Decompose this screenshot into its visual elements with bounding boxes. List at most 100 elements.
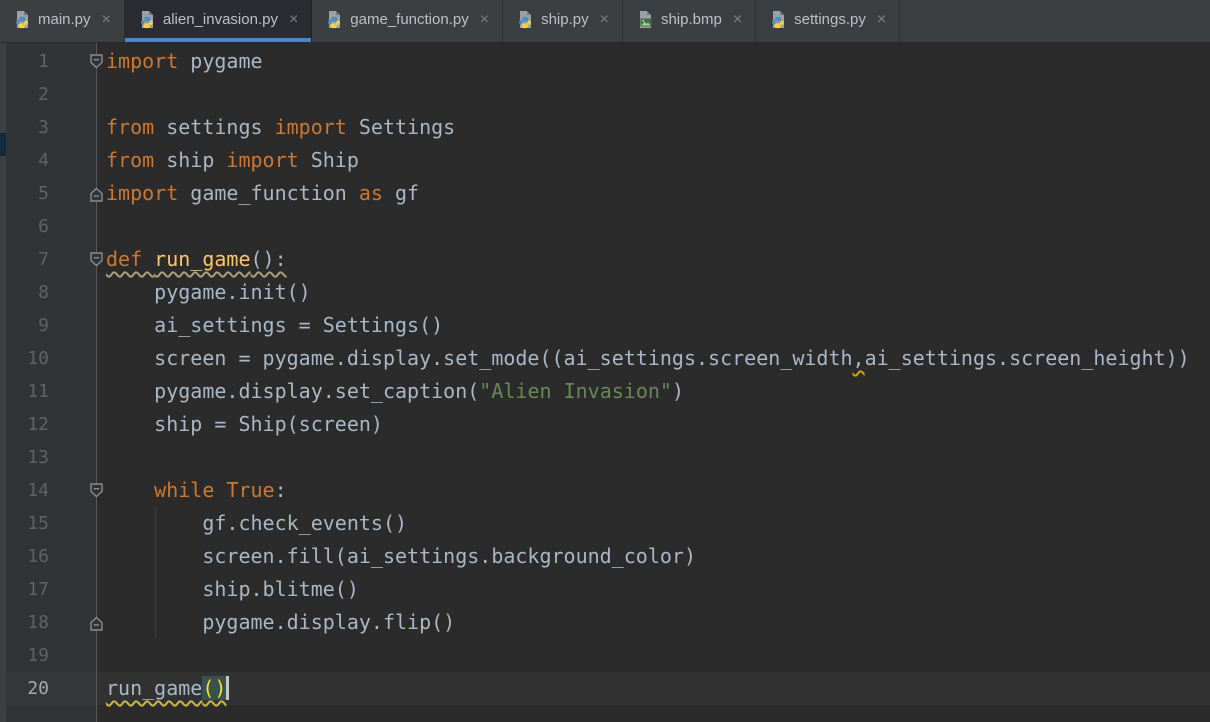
code-line: 17 ship.blitme() [6,573,1210,606]
code-text[interactable]: gf.check_events() [97,507,1210,540]
code-token: pygame.init() [106,280,311,304]
gutter-cell: 19 [6,639,97,672]
code-token: , [852,346,865,370]
fold-column [49,210,96,243]
code-text[interactable] [97,210,1210,243]
gutter-cell: 4 [6,144,97,177]
fold-collapse-end-icon[interactable] [89,613,104,632]
code-token: "Alien Invasion" [479,379,672,403]
code-line: 7 def run_game(): [6,243,1210,276]
python-file-icon [325,10,343,29]
code-text[interactable]: from ship import Ship [97,144,1210,177]
editor-tab[interactable]: main.py × [0,0,125,42]
fold-collapse-icon[interactable] [89,481,104,500]
code-token: : [274,478,287,502]
gutter-cell: 6 [6,210,97,243]
tab-close-icon[interactable]: × [733,11,742,28]
code-token: run_game [154,247,251,271]
code-token: game_function [178,181,359,205]
tab-close-icon[interactable]: × [289,11,298,28]
line-number: 5 [38,183,49,204]
code-token: from [106,115,155,139]
code-token: ship.blitme() [106,577,359,601]
code-line: 2 [6,78,1210,111]
tab-close-icon[interactable]: × [877,11,886,28]
gutter-cell: 8 [6,276,97,309]
text-caret [226,676,230,700]
editor-tab[interactable]: ship.py × [503,0,623,42]
code-token: as [358,181,383,205]
code-text[interactable]: pygame.display.flip() [97,606,1210,639]
code-token: True [226,478,275,502]
code-text[interactable]: run_game() [97,672,1210,705]
code-text[interactable]: pygame.display.set_caption("Alien Invasi… [97,375,1210,408]
code-editor[interactable]: 1 import pygame 2 3 from settings import Se… [0,43,1210,722]
code-token: gf.check_events() [106,511,408,535]
fold-collapse-icon[interactable] [89,250,104,269]
code-text[interactable] [97,78,1210,111]
code-text[interactable]: import pygame [97,45,1210,78]
gutter-cell: 18 [6,606,103,639]
python-file-icon [13,10,31,29]
code-text[interactable]: def run_game(): [97,243,1210,276]
tab-close-icon[interactable]: × [480,11,489,28]
code-token: gf [382,181,420,205]
code-text[interactable]: ship.blitme() [97,573,1210,606]
code-text[interactable]: ai_settings = Settings() [97,309,1210,342]
python-file-icon [138,10,156,29]
python-file-icon [516,10,534,29]
code-text[interactable]: screen.fill(ai_settings.background_color… [97,540,1210,573]
code-text[interactable]: screen = pygame.display.set_mode((ai_set… [97,342,1210,375]
code-token: ai_settings.screen_height)) [864,346,1190,370]
gutter-cell: 14 [6,474,103,507]
editor-tab[interactable]: settings.py × [756,0,901,42]
code-line: 5 import game_function as gf [6,177,1210,210]
line-number: 4 [38,150,49,171]
code-token: Ship [298,148,359,172]
fold-column [49,342,96,375]
gutter-cell: 11 [6,375,97,408]
code-token: pygame [178,49,263,73]
gutter-cell: 9 [6,309,97,342]
code-text[interactable]: import game_function as gf [97,177,1210,210]
code-token: import [226,148,299,172]
gutter-cell: 2 [6,78,97,111]
editor-tab[interactable]: alien_invasion.py × [124,0,313,42]
tab-close-icon[interactable]: × [102,11,111,28]
editor-tab[interactable]: game_function.py × [312,0,504,42]
tab-label: main.py [38,11,91,28]
editor-tab-bar: main.py × alien_invasion.py × game_funct… [0,0,1210,43]
line-number: 7 [38,249,49,270]
tab-label: settings.py [794,11,866,28]
gutter-cell: 13 [6,441,97,474]
project-selection-sliver [0,133,6,156]
tab-close-icon[interactable]: × [600,11,609,28]
code-line: 18 pygame.display.flip() [6,606,1210,639]
line-number: 16 [27,546,49,567]
fold-column [49,573,96,606]
code-text[interactable] [97,639,1210,672]
code-text[interactable] [97,441,1210,474]
line-number: 1 [38,51,49,72]
fold-column [49,45,103,78]
editor-tab[interactable]: ship.bmp × [623,0,757,42]
code-line: 15 gf.check_events() [6,507,1210,540]
code-line: 3 from settings import Settings [6,111,1210,144]
code-line: 10 screen = pygame.display.set_mode((ai_… [6,342,1210,375]
fold-column [49,474,103,507]
code-token: ship [154,148,227,172]
code-token: ai_settings = Settings() [106,313,444,337]
gutter-cell: 3 [6,111,97,144]
fold-collapse-icon[interactable] [89,52,104,71]
code-token: ship = Ship(screen) [106,412,383,436]
code-text[interactable]: ship = Ship(screen) [97,408,1210,441]
code-text[interactable]: from settings import Settings [97,111,1210,144]
fold-collapse-end-icon[interactable] [89,184,104,203]
code-text[interactable]: while True: [97,474,1210,507]
code-line: 20 run_game() [6,672,1210,705]
code-token: from [106,148,155,172]
code-text[interactable]: pygame.init() [97,276,1210,309]
code-line: 14 while True: [6,474,1210,507]
fold-column [49,606,103,639]
